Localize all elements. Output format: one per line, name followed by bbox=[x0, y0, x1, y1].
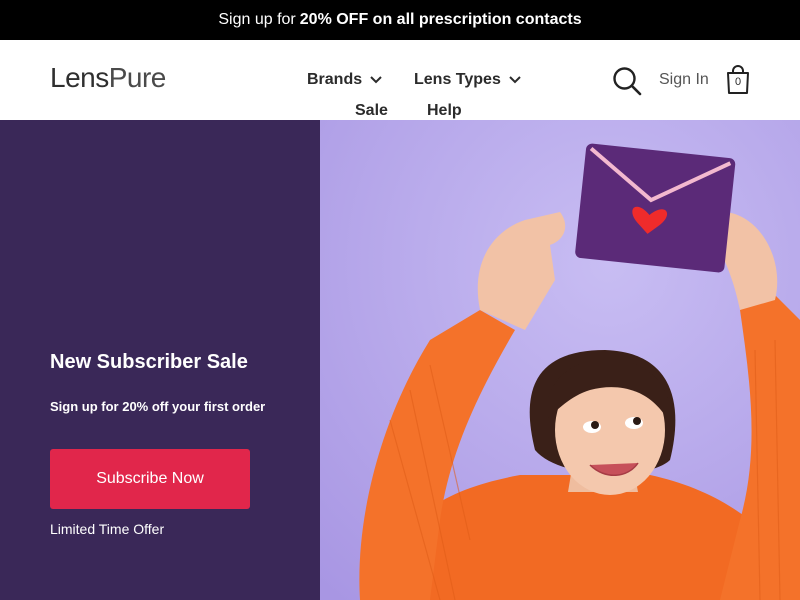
chevron-down-icon bbox=[370, 76, 382, 84]
nav-sale[interactable]: Sale bbox=[355, 102, 388, 120]
chevron-down-icon bbox=[509, 76, 521, 84]
site-header: LensPure Brands Lens Types Sale Help Sig… bbox=[0, 40, 800, 120]
promo-banner[interactable]: Sign up for 20% OFF on all prescription … bbox=[0, 0, 800, 40]
limited-offer-note: Limited Time Offer bbox=[50, 521, 165, 537]
nav-help[interactable]: Help bbox=[427, 102, 462, 120]
hero-subtitle: Sign up for 20% off your first order bbox=[50, 399, 266, 414]
cart-count: 0 bbox=[734, 76, 742, 88]
logo-part-1: Lens bbox=[50, 62, 109, 93]
cart-button[interactable]: 0 bbox=[726, 65, 750, 95]
hero-image bbox=[320, 120, 800, 600]
woman-holding-envelope-image bbox=[320, 120, 800, 600]
subscribe-now-button[interactable]: Subscribe Now bbox=[50, 449, 250, 509]
search-icon[interactable] bbox=[612, 66, 642, 96]
hero-title: New Subscriber Sale bbox=[50, 351, 248, 373]
nav-brands-label: Brands bbox=[307, 71, 363, 88]
hero-promo-panel: New Subscriber Sale Sign up for 20% off … bbox=[0, 120, 320, 600]
nav-lens-types[interactable]: Lens Types bbox=[414, 71, 521, 89]
nav-lens-types-label: Lens Types bbox=[414, 71, 501, 88]
promo-highlight: 20% OFF on all prescription contacts bbox=[299, 11, 582, 28]
sign-in-link[interactable]: Sign In bbox=[659, 71, 709, 89]
logo-part-2: Pure bbox=[108, 62, 167, 93]
nav-brands[interactable]: Brands bbox=[307, 71, 382, 89]
site-logo[interactable]: LensPure bbox=[50, 62, 166, 94]
promo-prefix: Sign up for bbox=[218, 11, 296, 28]
